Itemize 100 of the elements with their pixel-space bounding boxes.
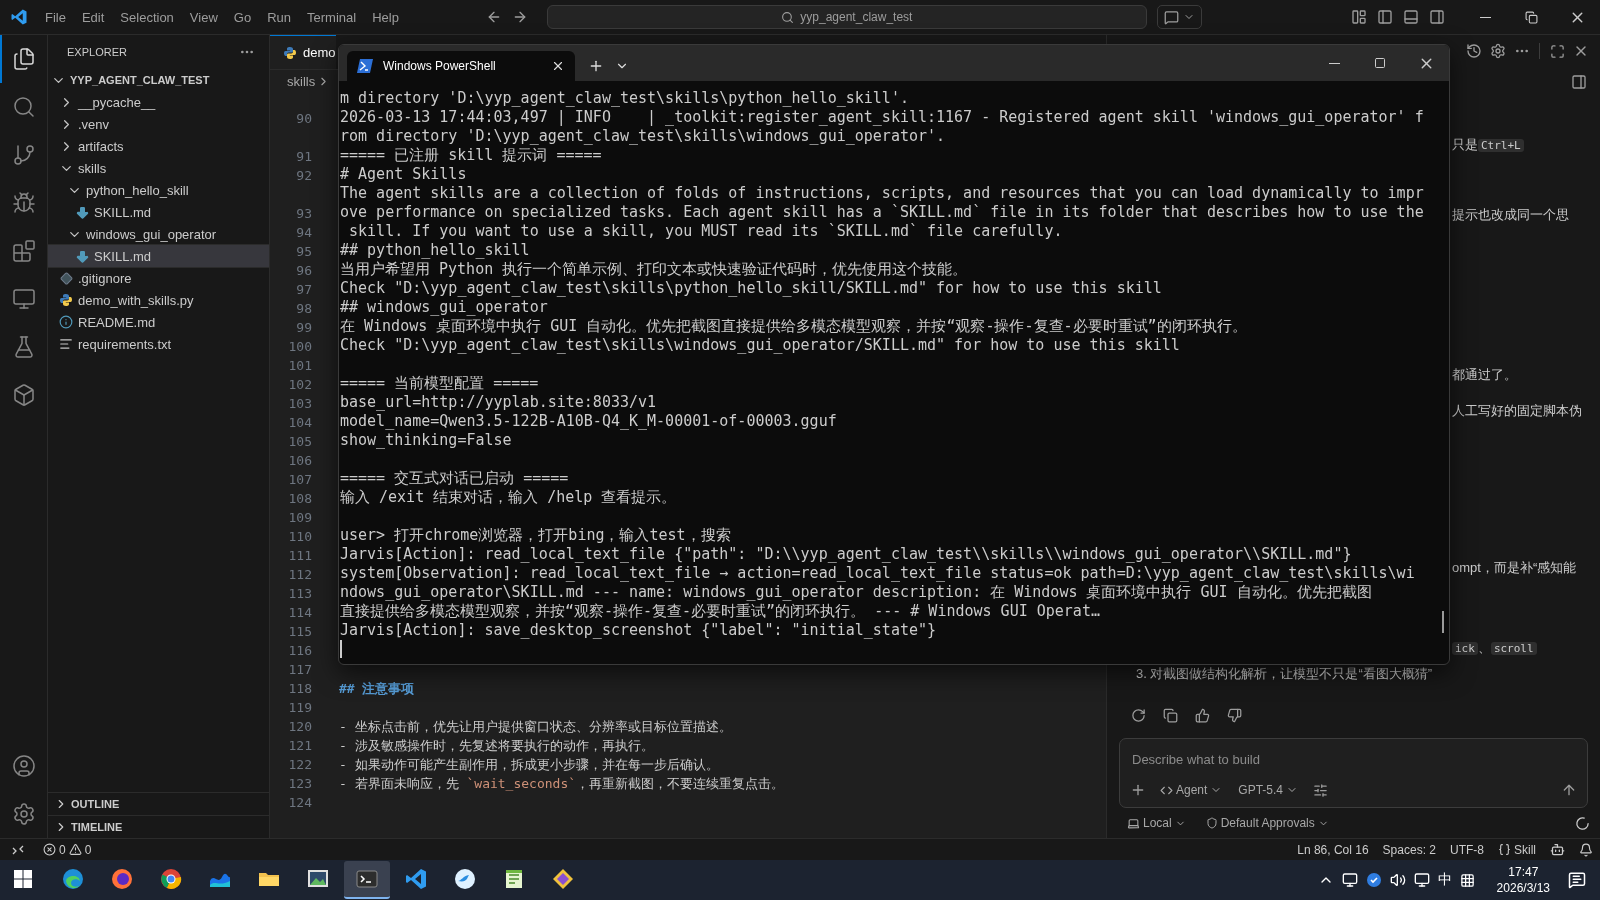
- search-icon: [781, 10, 795, 24]
- language-button[interactable]: Skill: [1491, 839, 1543, 860]
- tree-item[interactable]: skills: [48, 157, 269, 179]
- menu-item[interactable]: Go: [225, 7, 260, 27]
- terminal-line: ===== 当前模型配置 =====: [340, 374, 539, 393]
- menu-item[interactable]: Run: [259, 7, 299, 27]
- settings-icon: [1490, 43, 1506, 59]
- line-number: 99: [295, 319, 312, 337]
- line-number: 114: [287, 604, 312, 622]
- line-number: 100: [287, 338, 312, 356]
- error-icon: [43, 843, 56, 856]
- grid-icon: [1459, 872, 1475, 888]
- tree-item[interactable]: SKILL.md: [48, 245, 269, 267]
- mode-dropdown[interactable]: Agent: [1156, 781, 1227, 799]
- breadcrumb-item[interactable]: skills: [287, 73, 316, 89]
- network-icon: [1413, 872, 1430, 888]
- plus-icon: [1130, 782, 1146, 798]
- shield-icon: [1205, 817, 1218, 829]
- tree-item[interactable]: YYP_AGENT_CLAW_TEST: [48, 69, 269, 91]
- bird-app-icon: [453, 867, 477, 891]
- menu-item[interactable]: View: [181, 7, 226, 27]
- search-icon: [12, 95, 36, 119]
- menu-item[interactable]: File: [37, 7, 74, 27]
- line-number: 122: [287, 756, 312, 774]
- tree-item[interactable]: .venv: [48, 113, 269, 135]
- layout-icon: [1351, 9, 1367, 25]
- terminal-line: ## python_hello_skill: [340, 241, 530, 260]
- chat-message-text: ick 、 scroll: [1452, 639, 1537, 658]
- menu-item[interactable]: Edit: [73, 7, 113, 27]
- problems-button[interactable]: 0 0: [36, 839, 99, 860]
- warning-count: 0: [84, 842, 92, 857]
- shield-app-icon: [1365, 872, 1382, 888]
- line-number: 97: [295, 281, 312, 299]
- tree-item[interactable]: requirements.txt: [48, 333, 269, 355]
- indentation-button[interactable]: Spaces: 2: [1375, 839, 1443, 860]
- line-number: 94: [295, 224, 312, 242]
- approvals-dropdown[interactable]: Default Approvals: [1201, 814, 1333, 832]
- markdown-heading: ## 注意事项: [339, 680, 415, 698]
- tree-item[interactable]: windows_gui_operator: [48, 223, 269, 245]
- input-method-button[interactable]: 中: [1433, 861, 1456, 899]
- remote-icon: [12, 843, 24, 856]
- branch-icon: [12, 143, 36, 167]
- panel-right-icon: [1429, 9, 1445, 25]
- line-number: 115: [287, 623, 312, 641]
- user-icon: [12, 754, 36, 778]
- chat-message-text: ompt，而是补“感知能: [1452, 559, 1577, 577]
- notification-icon: [1568, 871, 1586, 889]
- terminal-line: The agent skills are a collection of folds of instructions, scripts, and resources that you can load dynamically to impr: [340, 184, 1424, 203]
- cursor-position-button[interactable]: Ln 86, Col 16: [1290, 839, 1376, 860]
- clock-time: 17:47: [1508, 864, 1539, 880]
- spinner-icon: [1575, 815, 1590, 831]
- tree-item[interactable]: demo_with_skills.py: [48, 289, 269, 311]
- line-number: 103: [287, 395, 312, 413]
- line-number: 113: [287, 585, 312, 603]
- tree-item[interactable]: __pycache__: [48, 91, 269, 113]
- menu-item[interactable]: Terminal: [299, 7, 365, 27]
- editor-tab[interactable]: demo: [270, 35, 336, 69]
- line-number: 111: [287, 547, 312, 565]
- laptop-icon: [1127, 816, 1140, 830]
- line-number: 101: [287, 357, 312, 375]
- line-number: 93: [295, 205, 312, 223]
- taskbar-app-button[interactable]: [344, 861, 390, 899]
- terminal-tab[interactable]: Windows PowerShell: [347, 51, 575, 81]
- chat-button[interactable]: [1156, 5, 1202, 29]
- tree-item[interactable]: python_hello_skill: [48, 179, 269, 201]
- markdown-icon: [74, 204, 90, 220]
- markdown-icon: [74, 248, 90, 264]
- section-header[interactable]: OUTLINE: [48, 792, 269, 815]
- tree-item[interactable]: SKILL.md: [48, 201, 269, 223]
- terminal-line: ove performance on specialized tasks. Each agent skill has a `SKILL.md` file in its folder that describes how to use the: [340, 203, 1424, 222]
- line-number: 90: [295, 110, 312, 128]
- windows-logo-icon: [14, 870, 32, 888]
- terminal-line: ndows_gui_operator\SKILL.md --- name: windows_gui_operator description: 在 Windows 桌面环境中执行 GUI 自动化。优先把截图: [340, 583, 1372, 602]
- chat-input-box[interactable]: Describe what to build Agent GPT-5.4: [1119, 738, 1588, 808]
- menu-item[interactable]: Selection: [112, 7, 182, 27]
- terminal-line: Jarvis[Action]: read_local_text_file {"path": "D:\\yyp_agent_claw_test\\skills\\windows_gui_operator\\SKILL.md"}: [340, 545, 1352, 564]
- location-dropdown[interactable]: Local: [1123, 814, 1190, 832]
- diamond-icon: [59, 271, 73, 285]
- encoding-button[interactable]: UTF-8: [1443, 839, 1491, 860]
- blocks-icon: [12, 239, 36, 263]
- menu-item[interactable]: Help: [364, 7, 407, 27]
- line-number: 96: [295, 262, 312, 280]
- line-number: 109: [287, 509, 312, 527]
- prompt-field[interactable]: Describe what to build: [1130, 747, 1577, 771]
- command-center-button[interactable]: yyp_agent_claw_test: [546, 5, 1147, 29]
- terminal-line: 2026-03-13 17:44:03,497 | INFO | _toolkit:register_agent_skill:1167 - Registered agent skill 'windows_gui_operator' f: [340, 108, 1424, 127]
- powershell-icon: [357, 59, 373, 73]
- scrollbar-thumb[interactable]: [1442, 611, 1444, 633]
- tree-item[interactable]: README.md: [48, 311, 269, 333]
- thumbs-up-icon: [1194, 707, 1210, 723]
- browser-icon: [61, 867, 85, 891]
- tree-item[interactable]: artifacts: [48, 135, 269, 157]
- tree-item[interactable]: .gitignore: [48, 267, 269, 289]
- terminal-line: ===== 已注册 skill 提示词 =====: [340, 146, 602, 165]
- terminal-line: system[Observation]: read_local_text_file → action=read_local_text_file status=ok path=D:\yyp_agent_claw_test\skills\wi: [340, 564, 1415, 583]
- model-dropdown[interactable]: GPT-5.4: [1234, 781, 1303, 799]
- panel-bottom-icon: [1403, 9, 1419, 25]
- error-count: 0: [59, 842, 66, 857]
- line-number: 121: [287, 737, 312, 755]
- terminal-line: 在 Windows 桌面环境中执行 GUI 自动化。优先把截图直接提供给多模态模型观察，并按“观察-操作-复查-必要时重试”的闭环执行。: [340, 317, 1247, 336]
